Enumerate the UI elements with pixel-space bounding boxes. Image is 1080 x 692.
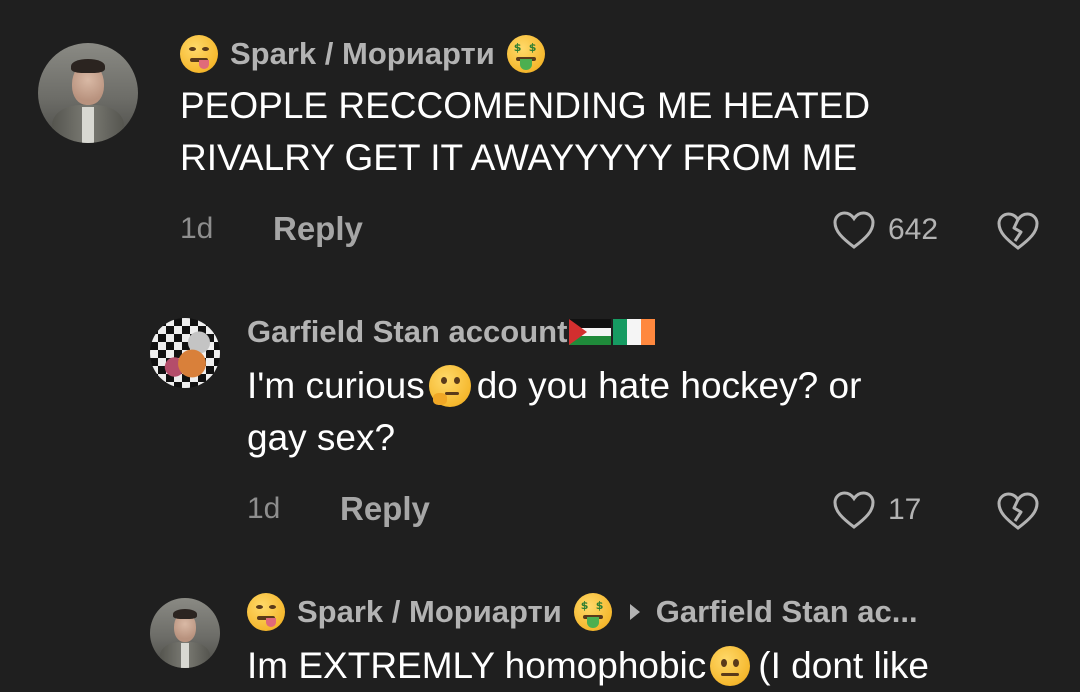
comment-body-text: Im EXTREMLY homophobic xyxy=(247,645,707,686)
reply-arrow-icon xyxy=(629,604,640,620)
username-text[interactable]: Spark / Мориарти xyxy=(297,594,562,630)
comment-3: Spark / Мориарти $ $ Garfield Stan ac...… xyxy=(0,0,1080,691)
comment-body-text: (I dont like xyxy=(758,645,929,686)
face-savoring-food-emoji xyxy=(247,593,285,631)
reply-to-username[interactable]: Garfield Stan ac... xyxy=(656,594,918,630)
username[interactable]: Spark / Мориарти $ $ Garfield Stan ac... xyxy=(247,592,918,632)
avatar[interactable] xyxy=(150,598,220,668)
money-mouth-face-emoji: $ $ xyxy=(573,593,612,631)
comment-body: Im EXTREMLY homophobic (I dont like xyxy=(247,640,929,692)
neutral-face-emoji xyxy=(710,646,751,686)
